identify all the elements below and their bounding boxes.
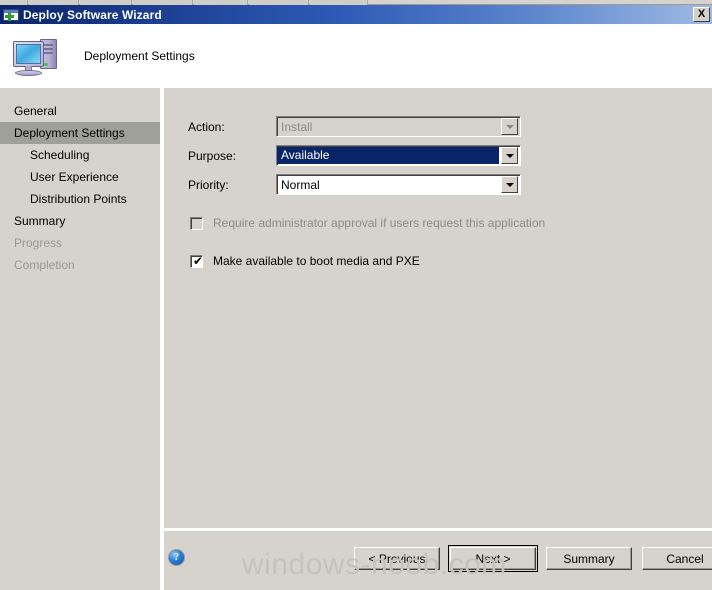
sidebar-item-completion: Completion <box>0 254 160 276</box>
sidebar-item-general[interactable]: General <box>0 100 160 122</box>
sidebar-item-progress: Progress <box>0 232 160 254</box>
chevron-down-icon[interactable] <box>501 147 518 164</box>
computer-icon <box>10 32 64 80</box>
wizard-header: Deployment Settings <box>0 24 712 88</box>
wizard-step-sidebar: General Deployment Settings Scheduling U… <box>0 88 160 590</box>
previous-button[interactable]: < Previous <box>354 547 440 570</box>
priority-dropdown[interactable]: Normal <box>276 174 521 195</box>
require-approval-row: Require administrator approval if users … <box>190 216 545 230</box>
close-icon[interactable]: X <box>693 7 710 22</box>
cancel-button[interactable]: Cancel <box>642 547 712 570</box>
purpose-label: Purpose: <box>188 149 276 163</box>
require-approval-label: Require administrator approval if users … <box>213 216 545 230</box>
summary-button[interactable]: Summary <box>546 547 632 570</box>
priority-value: Normal <box>277 178 501 192</box>
priority-field-row: Priority: Normal <box>188 174 521 195</box>
sidebar-item-distribution-points[interactable]: Distribution Points <box>0 188 160 210</box>
help-icon[interactable]: ? <box>168 549 185 566</box>
sidebar-item-deployment-settings[interactable]: Deployment Settings <box>0 122 160 144</box>
boot-media-row[interactable]: ✔ Make available to boot media and PXE <box>190 254 420 268</box>
deploy-software-wizard-dialog: Deploy Software Wizard X Deployment Sett… <box>0 0 712 590</box>
action-dropdown: Install <box>276 116 521 137</box>
page-title: Deployment Settings <box>84 49 195 63</box>
priority-label: Priority: <box>188 178 276 192</box>
window-plus-icon <box>3 8 19 22</box>
sidebar-item-summary[interactable]: Summary <box>0 210 160 232</box>
wizard-button-row: < Previous Next > Summary Cancel <box>354 547 712 570</box>
action-value: Install <box>277 120 501 134</box>
sidebar-item-scheduling[interactable]: Scheduling <box>0 144 160 166</box>
deployment-settings-form: Action: Install Purpose: Available Prior… <box>164 88 712 528</box>
window-title: Deploy Software Wizard <box>23 8 693 22</box>
action-field-row: Action: Install <box>188 116 521 137</box>
purpose-field-row: Purpose: Available <box>188 145 521 166</box>
action-label: Action: <box>188 120 276 134</box>
boot-media-label: Make available to boot media and PXE <box>213 254 420 268</box>
sidebar-item-user-experience[interactable]: User Experience <box>0 166 160 188</box>
chevron-down-icon <box>501 118 518 135</box>
purpose-value: Available <box>277 147 499 164</box>
purpose-dropdown[interactable]: Available <box>276 145 521 166</box>
require-approval-checkbox <box>190 217 203 230</box>
title-bar[interactable]: Deploy Software Wizard X <box>0 5 712 24</box>
wizard-footer: ? < Previous Next > Summary Cancel <box>164 531 712 590</box>
chevron-down-icon[interactable] <box>501 176 518 193</box>
next-button[interactable]: Next > <box>450 547 536 570</box>
boot-media-checkbox[interactable]: ✔ <box>190 255 203 268</box>
